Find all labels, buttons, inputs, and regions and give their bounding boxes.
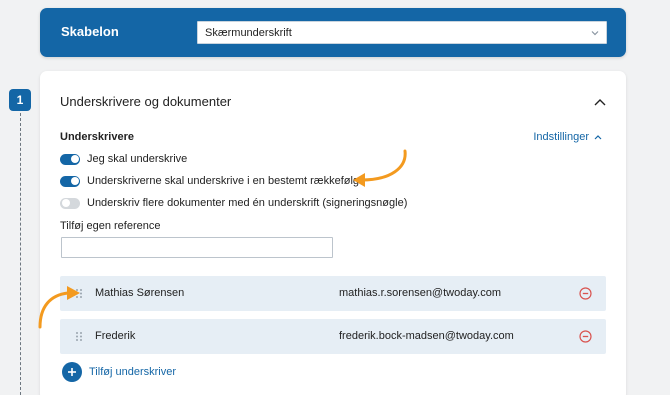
reference-label: Tilføj egen reference <box>60 220 161 232</box>
signers-documents-card: Underskrivere og dokumenter Underskriver… <box>40 71 626 395</box>
annotation-arrow-icon <box>353 149 407 187</box>
signer-row[interactable]: Frederik frederik.bock-madsen@twoday.com <box>60 319 606 354</box>
template-select[interactable]: Skærmunderskrift <box>197 21 607 44</box>
toggle-row-signing-key[interactable]: Underskriv flere dokumenter med én under… <box>60 197 407 209</box>
template-bar: Skabelon Skærmunderskrift <box>40 8 626 57</box>
chevron-down-icon <box>591 31 599 36</box>
signer-row[interactable]: Mathias Sørensen mathias.r.sorensen@twod… <box>60 276 606 311</box>
add-signer-label: Tilføj underskriver <box>89 366 176 378</box>
signer-email: mathias.r.sorensen@twoday.com <box>339 287 501 299</box>
toggle-switch-on[interactable] <box>60 153 80 165</box>
toggle-row-i-sign[interactable]: Jeg skal underskrive <box>60 153 187 165</box>
toggle-switch-on[interactable] <box>60 175 80 187</box>
signer-name: Mathias Sørensen <box>95 287 185 299</box>
settings-link-label: Indstillinger <box>533 131 589 143</box>
remove-signer-icon[interactable] <box>579 287 592 300</box>
card-title: Underskrivere og dokumenter <box>60 94 232 109</box>
reference-input[interactable] <box>61 237 333 258</box>
add-signer-button[interactable]: Tilføj underskriver <box>62 362 176 382</box>
toggle-label: Underskriv flere dokumenter med én under… <box>87 197 408 209</box>
settings-link[interactable]: Indstillinger <box>533 131 602 143</box>
toggle-label: Underskriverne skal underskrive i en bes… <box>87 175 366 187</box>
toggle-label: Jeg skal underskrive <box>87 153 188 165</box>
drag-handle-icon[interactable] <box>75 331 83 342</box>
toggle-switch-off[interactable] <box>60 197 80 209</box>
template-select-value: Skærmunderskrift <box>205 27 292 39</box>
signer-email: frederik.bock-madsen@twoday.com <box>339 330 514 342</box>
chevron-up-small-icon <box>594 135 602 140</box>
signers-section-label: Underskrivere <box>60 131 134 143</box>
step-connector-line <box>20 113 21 395</box>
template-label: Skabelon <box>61 24 119 39</box>
toggle-row-signing-order[interactable]: Underskriverne skal underskrive i en bes… <box>60 175 365 187</box>
annotation-arrow-icon <box>38 286 80 329</box>
remove-signer-icon[interactable] <box>579 330 592 343</box>
step-number-badge: 1 <box>9 89 31 111</box>
chevron-up-icon[interactable] <box>593 97 607 107</box>
signer-name: Frederik <box>95 330 136 342</box>
plus-icon <box>62 362 82 382</box>
